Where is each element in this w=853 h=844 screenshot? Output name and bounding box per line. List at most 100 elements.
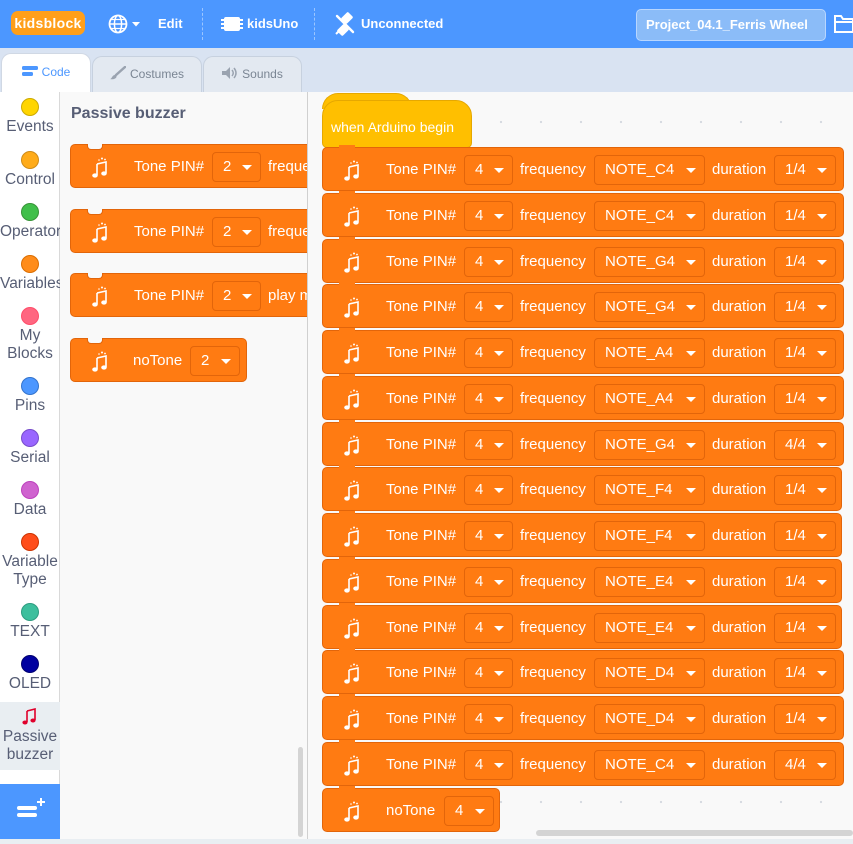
pin-dropdown[interactable]: 4 bbox=[464, 750, 513, 780]
pin-dropdown[interactable]: 4 bbox=[464, 521, 513, 551]
palette-block-notone[interactable]: noTone 2 bbox=[70, 338, 247, 382]
pin-dropdown[interactable]: 4 bbox=[464, 338, 513, 368]
duration-dropdown[interactable]: 1/4 bbox=[774, 521, 836, 551]
language-menu[interactable] bbox=[108, 0, 142, 48]
duration-dropdown[interactable]: 1/4 bbox=[774, 338, 836, 368]
tone-block[interactable]: Tone PIN# 4 frequency NOTE_G4 duration 1/4 bbox=[322, 237, 844, 283]
note-dropdown[interactable]: NOTE_G4 bbox=[594, 430, 705, 460]
tone-block[interactable]: Tone PIN# 4 frequency NOTE_C4 duration 1/4 bbox=[322, 145, 844, 191]
category-control[interactable]: Control bbox=[0, 151, 60, 189]
pin-dropdown[interactable]: 2 bbox=[212, 217, 261, 247]
note-dropdown[interactable]: NOTE_G4 bbox=[594, 292, 705, 322]
category-operators[interactable]: Operators bbox=[0, 203, 69, 241]
category-serial[interactable]: Serial bbox=[0, 429, 60, 467]
category-events[interactable]: Events bbox=[0, 98, 60, 136]
duration-dropdown[interactable]: 4/4 bbox=[774, 750, 836, 780]
duration-dropdown[interactable]: 1/4 bbox=[774, 155, 836, 185]
category-text[interactable]: TEXT bbox=[0, 603, 60, 641]
pin-dropdown[interactable]: 4 bbox=[444, 796, 494, 826]
note-dropdown[interactable]: NOTE_F4 bbox=[594, 475, 705, 505]
pin-dropdown[interactable]: 4 bbox=[464, 567, 513, 597]
pin-dropdown[interactable]: 4 bbox=[464, 704, 513, 734]
note-dropdown[interactable]: NOTE_G4 bbox=[594, 247, 705, 277]
kidsblock-logo[interactable]: kidsblock bbox=[11, 11, 85, 35]
tone-block[interactable]: Tone PIN# 4 frequency NOTE_C4 duration 1/4 bbox=[322, 191, 844, 237]
pin-dropdown[interactable]: 4 bbox=[464, 430, 513, 460]
pin-dropdown[interactable]: 4 bbox=[464, 384, 513, 414]
note-dropdown[interactable]: NOTE_C4 bbox=[594, 201, 705, 231]
connection-menu[interactable]: Unconnected bbox=[334, 0, 443, 48]
category-my-blocks[interactable]: My Blocks bbox=[0, 307, 60, 363]
note-dropdown[interactable]: NOTE_A4 bbox=[594, 384, 705, 414]
duration-dropdown[interactable]: 1/4 bbox=[774, 704, 836, 734]
notone-block[interactable]: noTone 4 bbox=[322, 786, 500, 832]
block-label: frequency bbox=[520, 619, 586, 636]
pin-dropdown[interactable]: 2 bbox=[212, 152, 261, 182]
tone-block[interactable]: Tone PIN# 4 frequency NOTE_A4 duration 1/4 bbox=[322, 328, 844, 374]
duration-dropdown[interactable]: 1/4 bbox=[774, 475, 836, 505]
workspace-scrollbar[interactable] bbox=[536, 830, 853, 836]
duration-dropdown[interactable]: 4/4 bbox=[774, 430, 836, 460]
buzzer-note-icon bbox=[343, 663, 360, 685]
duration-dropdown[interactable]: 1/4 bbox=[774, 384, 836, 414]
tab-costumes[interactable]: Costumes bbox=[92, 56, 202, 92]
duration-dropdown[interactable]: 1/4 bbox=[774, 247, 836, 277]
board-menu[interactable]: kidsUno bbox=[221, 0, 298, 48]
tone-block[interactable]: Tone PIN# 4 frequency NOTE_C4 duration 4/4 bbox=[322, 740, 844, 786]
pin-dropdown[interactable]: 4 bbox=[464, 247, 513, 277]
tab-code[interactable]: Code bbox=[1, 53, 91, 92]
pin-value: 4 bbox=[475, 390, 484, 407]
palette-scrollbar[interactable] bbox=[298, 747, 303, 837]
palette-block-tone-play[interactable]: Tone PIN# 2 play m bbox=[70, 273, 307, 317]
tone-block[interactable]: Tone PIN# 4 frequency NOTE_F4 duration 1/4 bbox=[322, 511, 842, 557]
tone-block[interactable]: Tone PIN# 4 frequency NOTE_G4 duration 4/4 bbox=[322, 420, 844, 466]
script-workspace[interactable]: when Arduino begin Tone PIN# 4 frequency NO… bbox=[308, 92, 853, 839]
tone-block[interactable]: Tone PIN# 4 frequency NOTE_E4 duration 1/4 bbox=[322, 603, 842, 649]
duration-dropdown[interactable]: 1/4 bbox=[774, 201, 836, 231]
note-dropdown[interactable]: NOTE_E4 bbox=[594, 567, 705, 597]
edit-menu[interactable]: Edit bbox=[158, 0, 183, 48]
duration-dropdown[interactable]: 1/4 bbox=[774, 613, 836, 643]
note-dropdown[interactable]: NOTE_C4 bbox=[594, 750, 705, 780]
note-dropdown[interactable]: NOTE_D4 bbox=[594, 658, 705, 688]
duration-dropdown[interactable]: 1/4 bbox=[774, 567, 836, 597]
menu-divider bbox=[314, 8, 315, 40]
tone-block[interactable]: Tone PIN# 4 frequency NOTE_E4 duration 1/4 bbox=[322, 557, 842, 603]
duration-dropdown[interactable]: 1/4 bbox=[774, 658, 836, 688]
tab-sounds[interactable]: Sounds bbox=[203, 56, 302, 92]
when-arduino-begin-block[interactable]: when Arduino begin bbox=[322, 100, 472, 148]
category-variable-type[interactable]: Variable Type bbox=[0, 533, 60, 589]
folder-icon[interactable] bbox=[834, 13, 853, 35]
category-pins[interactable]: Pins bbox=[0, 377, 60, 415]
note-dropdown[interactable]: NOTE_F4 bbox=[594, 521, 705, 551]
buzzer-note-icon bbox=[343, 709, 360, 731]
tone-block[interactable]: Tone PIN# 4 frequency NOTE_A4 duration 1/4 bbox=[322, 374, 844, 420]
palette-block-tone-frequency-duration[interactable]: Tone PIN# 2 freque bbox=[70, 209, 307, 253]
pin-dropdown[interactable]: 4 bbox=[464, 658, 513, 688]
tone-block[interactable]: Tone PIN# 4 frequency NOTE_D4 duration 1/4 bbox=[322, 694, 844, 740]
palette-block-tone-frequency[interactable]: Tone PIN# 2 freque bbox=[70, 144, 307, 188]
pin-dropdown[interactable]: 4 bbox=[464, 201, 513, 231]
pin-dropdown[interactable]: 4 bbox=[464, 155, 513, 185]
duration-dropdown[interactable]: 1/4 bbox=[774, 292, 836, 322]
project-title-input[interactable]: Project_04.1_Ferris Wheel bbox=[636, 9, 826, 41]
add-extension-button[interactable] bbox=[0, 784, 60, 839]
note-dropdown[interactable]: NOTE_C4 bbox=[594, 155, 705, 185]
category-variables[interactable]: Variables bbox=[0, 255, 63, 293]
dropdown-arrow-icon bbox=[817, 580, 827, 585]
pin-dropdown[interactable]: 2 bbox=[190, 346, 240, 376]
note-dropdown[interactable]: NOTE_A4 bbox=[594, 338, 705, 368]
note-dropdown[interactable]: NOTE_D4 bbox=[594, 704, 705, 734]
pin-dropdown[interactable]: 2 bbox=[212, 281, 261, 311]
tone-block[interactable]: Tone PIN# 4 frequency NOTE_F4 duration 1/4 bbox=[322, 465, 842, 511]
note-dropdown[interactable]: NOTE_E4 bbox=[594, 613, 705, 643]
menu-divider bbox=[202, 8, 203, 40]
category-oled[interactable]: OLED bbox=[0, 655, 60, 693]
tone-block[interactable]: Tone PIN# 4 frequency NOTE_G4 duration 1/4 bbox=[322, 282, 844, 328]
pin-dropdown[interactable]: 4 bbox=[464, 475, 513, 505]
category-passive-buzzer[interactable]: Passive buzzer bbox=[0, 702, 60, 770]
pin-dropdown[interactable]: 4 bbox=[464, 292, 513, 322]
pin-dropdown[interactable]: 4 bbox=[464, 613, 513, 643]
category-data[interactable]: Data bbox=[0, 481, 60, 519]
tone-block[interactable]: Tone PIN# 4 frequency NOTE_D4 duration 1/4 bbox=[322, 648, 844, 694]
